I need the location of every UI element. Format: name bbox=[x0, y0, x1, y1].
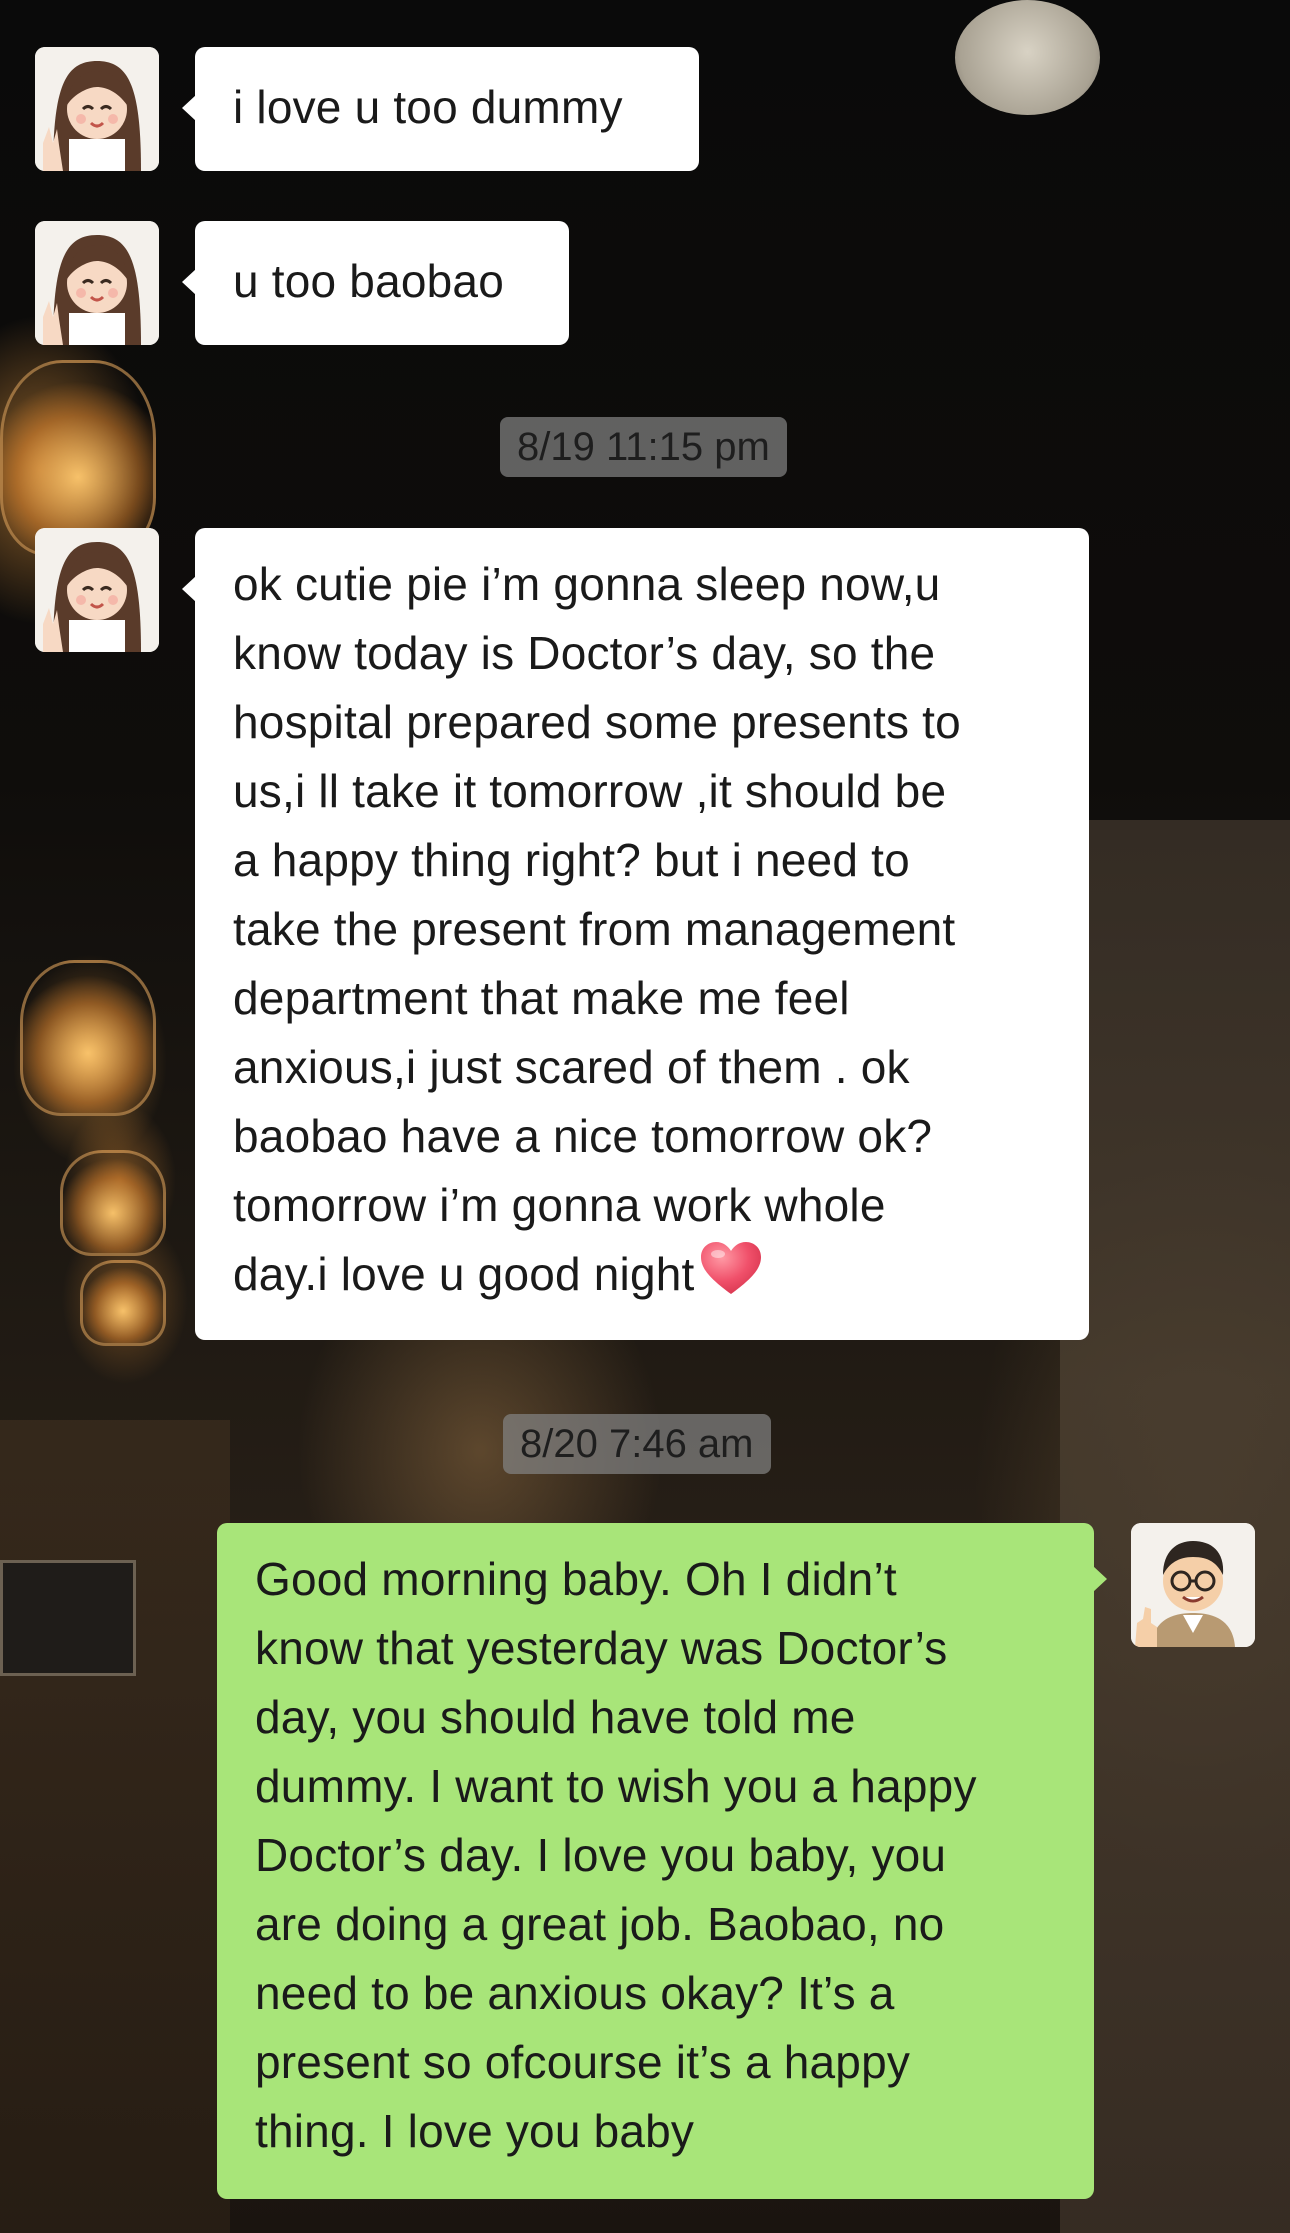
message-line: day.i love u good night bbox=[233, 1248, 695, 1300]
message-line: hospital prepared some presents to bbox=[233, 696, 961, 748]
heart-emoji-icon bbox=[700, 1242, 761, 1315]
man-with-glasses-avatar-icon bbox=[1131, 1523, 1255, 1647]
message-line: department that make me feel bbox=[233, 972, 850, 1024]
message-line-with-emoji: day.i love u good night bbox=[233, 1240, 1089, 1315]
girl-avatar-icon bbox=[35, 528, 159, 652]
message-text: i love u too dummy bbox=[233, 81, 623, 133]
incoming-message-bubble[interactable]: u too baobao bbox=[182, 221, 569, 345]
message-line: need to be anxious okay? It’s a bbox=[255, 1967, 895, 2019]
timestamp: 8/20 7:46 am bbox=[503, 1414, 771, 1474]
message-line: day, you should have told me bbox=[255, 1691, 856, 1743]
outgoing-message-bubble[interactable]: Good morning baby. Oh I didn’t know that… bbox=[217, 1523, 1107, 2199]
message-line: present so ofcourse it’s a happy bbox=[255, 2036, 911, 2088]
contact-avatar[interactable] bbox=[35, 47, 159, 171]
incoming-message-bubble[interactable]: ok cutie pie i’m gonna sleep now,u know … bbox=[182, 528, 1089, 1340]
message-line: tomorrow i’m gonna work whole bbox=[233, 1179, 886, 1231]
my-avatar[interactable] bbox=[1131, 1523, 1255, 1647]
girl-avatar-icon bbox=[35, 47, 159, 171]
message-line: us,i ll take it tomorrow ,it should be bbox=[233, 765, 947, 817]
message-line: take the present from management bbox=[233, 903, 956, 955]
message-line: know that yesterday was Doctor’s bbox=[255, 1622, 948, 1674]
message-line: Doctor’s day. I love you baby, you bbox=[255, 1829, 947, 1881]
contact-avatar[interactable] bbox=[35, 221, 159, 345]
message-line: Good morning baby. Oh I didn’t bbox=[255, 1553, 897, 1605]
message-line: thing. I love you baby bbox=[255, 2105, 695, 2157]
message-text: u too baobao bbox=[233, 255, 504, 307]
message-line: are doing a great job. Baobao, no bbox=[255, 1898, 945, 1950]
message-line: know today is Doctor’s day, so the bbox=[233, 627, 936, 679]
message-line: dummy. I want to wish you a happy bbox=[255, 1760, 977, 1812]
chat-message-list[interactable]: i love u too dummy u too baobao 8/19 11:… bbox=[0, 0, 1290, 2233]
message-line: anxious,i just scared of them . ok bbox=[233, 1041, 910, 1093]
message-line: baobao have a nice tomorrow ok? bbox=[233, 1110, 933, 1162]
incoming-message-bubble[interactable]: i love u too dummy bbox=[182, 47, 699, 171]
timestamp: 8/19 11:15 pm bbox=[500, 417, 787, 477]
message-line: a happy thing right? but i need to bbox=[233, 834, 910, 886]
girl-avatar-icon bbox=[35, 221, 159, 345]
message-line: ok cutie pie i’m gonna sleep now,u bbox=[233, 558, 941, 610]
contact-avatar[interactable] bbox=[35, 528, 159, 652]
